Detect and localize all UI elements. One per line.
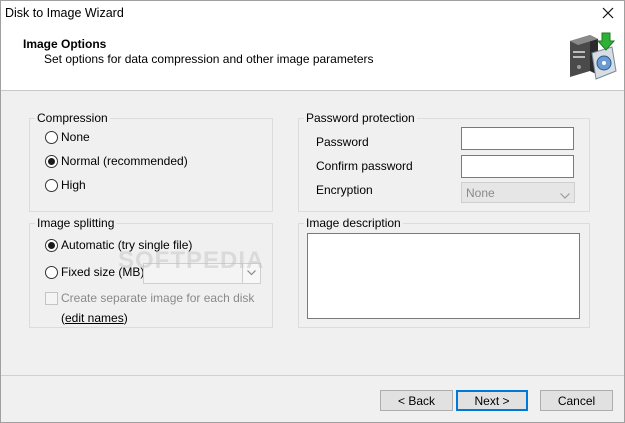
image-description-field[interactable]: [307, 233, 580, 319]
footer-divider: [0, 375, 625, 376]
disk-to-image-icon: [564, 31, 620, 81]
compression-legend: Compression: [35, 111, 110, 125]
image-description-legend: Image description: [304, 216, 403, 230]
separate-image-label: Create separate image for each disk: [61, 291, 255, 305]
split-fixed-size-radio[interactable]: [45, 266, 58, 279]
chevron-down-icon: [560, 188, 570, 202]
compression-normal-radio[interactable]: [45, 155, 58, 168]
close-button[interactable]: [596, 3, 620, 25]
chevron-down-icon: [247, 270, 256, 276]
confirm-password-label: Confirm password: [316, 159, 413, 173]
confirm-password-field[interactable]: [461, 155, 574, 178]
encryption-value: None: [466, 186, 495, 200]
back-button[interactable]: < Back: [380, 390, 453, 411]
compression-none-label[interactable]: None: [61, 130, 90, 144]
compression-high-radio[interactable]: [45, 179, 58, 192]
page-subtitle: Set options for data compression and oth…: [44, 52, 374, 66]
edit-names-close-paren: ): [123, 311, 128, 325]
compression-normal-label[interactable]: Normal (recommended): [61, 154, 188, 168]
close-icon: [602, 7, 614, 19]
wizard-header: Image Options Set options for data compr…: [0, 27, 625, 91]
password-protection-legend: Password protection: [304, 111, 417, 125]
compression-none-radio[interactable]: [45, 131, 58, 144]
window-title: Disk to Image Wizard: [5, 6, 124, 20]
image-splitting-legend: Image splitting: [35, 216, 117, 230]
compression-high-label[interactable]: High: [61, 178, 86, 192]
fixed-size-dropdown-arrow[interactable]: [242, 264, 260, 283]
edit-names-link[interactable]: edit names: [65, 311, 124, 325]
split-fixed-size-label[interactable]: Fixed size (MB): [61, 265, 144, 279]
separate-image-checkbox[interactable]: [45, 292, 58, 305]
cancel-button[interactable]: Cancel: [540, 390, 613, 411]
split-automatic-label[interactable]: Automatic (try single file): [61, 238, 192, 252]
password-label: Password: [316, 135, 369, 149]
encryption-dropdown[interactable]: None: [461, 182, 575, 203]
fixed-size-dropdown[interactable]: [143, 263, 261, 284]
page-title: Image Options: [23, 37, 107, 51]
edit-names-wrapper: (edit names): [61, 311, 128, 325]
password-field[interactable]: [461, 127, 574, 150]
next-button[interactable]: Next >: [456, 390, 528, 411]
encryption-label: Encryption: [316, 183, 373, 197]
split-automatic-radio[interactable]: [45, 239, 58, 252]
